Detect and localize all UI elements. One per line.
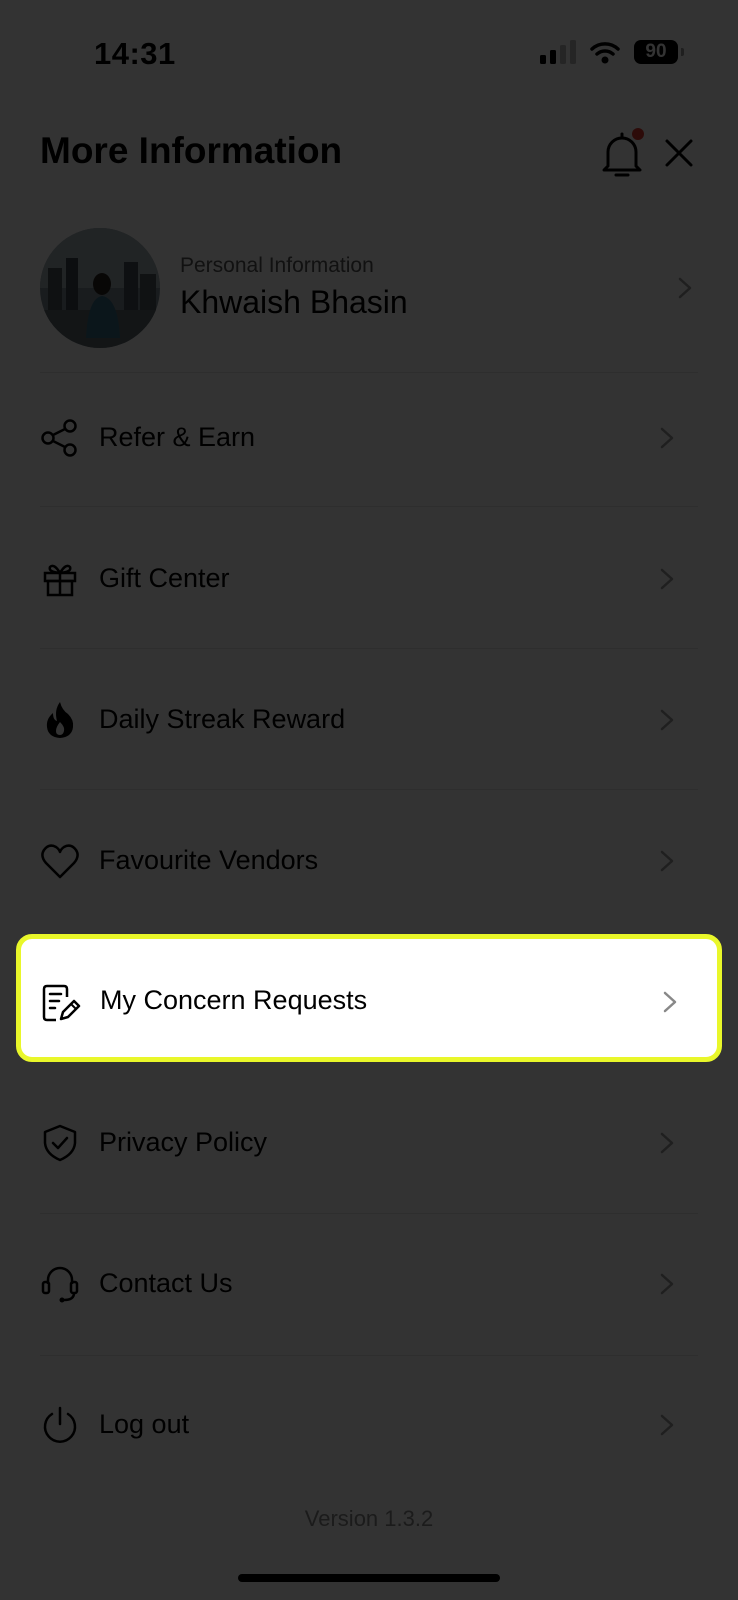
chevron-right-icon <box>660 850 674 872</box>
profile-row[interactable]: Personal Information Khwaish Bhasin <box>40 228 698 348</box>
chevron-right-icon <box>660 1132 674 1154</box>
document-edit-icon <box>42 984 81 1022</box>
avatar <box>40 228 160 348</box>
cellular-signal-icon <box>540 40 576 64</box>
app-version: Version 1.3.2 <box>304 1506 434 1531</box>
headset-icon <box>41 1266 79 1303</box>
profile-name: Khwaish Bhasin <box>180 284 408 320</box>
battery-indicator: 90 <box>634 40 684 64</box>
shield-check-icon <box>43 1124 77 1162</box>
menu-item-label: My Concern Requests <box>100 985 368 1015</box>
chevron-right-icon <box>678 277 692 299</box>
heart-icon <box>41 844 79 879</box>
chevron-right-icon <box>660 427 674 449</box>
close-icon[interactable] <box>664 138 694 168</box>
menu-item-refer-earn[interactable]: Refer & Earn <box>40 408 698 468</box>
divider <box>40 506 698 507</box>
chevron-right-icon <box>663 991 677 1013</box>
menu-item-label: Favourite Vendors <box>99 845 319 875</box>
page-title: More Information <box>40 130 343 171</box>
menu-item-label: Privacy Policy <box>99 1127 268 1157</box>
menu-item-label: Daily Streak Reward <box>99 704 346 734</box>
flame-icon <box>46 702 74 738</box>
status-time: 14:31 <box>94 36 176 71</box>
chevron-right-icon <box>660 1273 674 1295</box>
chevron-right-icon <box>660 709 674 731</box>
profile-caption: Personal Information <box>180 254 374 277</box>
menu-item-daily-streak-reward[interactable]: Daily Streak Reward <box>40 690 698 750</box>
menu-item-label: Log out <box>99 1409 190 1439</box>
wifi-icon <box>590 42 620 64</box>
menu-item-privacy-policy[interactable]: Privacy Policy <box>40 1113 698 1173</box>
divider <box>40 648 698 649</box>
power-icon <box>43 1406 77 1443</box>
menu-item-gift-center[interactable]: Gift Center <box>40 549 698 609</box>
divider <box>40 372 698 373</box>
menu-item-label: Gift Center <box>99 563 230 593</box>
menu-item-label: Contact Us <box>99 1268 233 1298</box>
chevron-right-icon <box>660 568 674 590</box>
menu-item-label: Refer & Earn <box>99 422 256 452</box>
status-icons: 90 <box>540 40 684 64</box>
divider <box>40 1355 698 1356</box>
chevron-right-icon <box>660 1414 674 1436</box>
notification-dot <box>632 128 644 140</box>
divider <box>40 789 698 790</box>
divider <box>40 1213 698 1214</box>
menu-item-log-out[interactable]: Log out <box>40 1395 698 1455</box>
app-screen: 14:31 90 More Information Personal Infor… <box>0 0 738 1600</box>
share-icon <box>41 419 77 457</box>
home-indicator <box>238 1574 500 1582</box>
gift-icon <box>43 564 77 597</box>
menu-item-favourite-vendors[interactable]: Favourite Vendors <box>40 831 698 891</box>
menu-item-my-concern-requests[interactable]: My Concern Requests <box>16 934 722 1062</box>
menu-item-contact-us[interactable]: Contact Us <box>40 1254 698 1314</box>
